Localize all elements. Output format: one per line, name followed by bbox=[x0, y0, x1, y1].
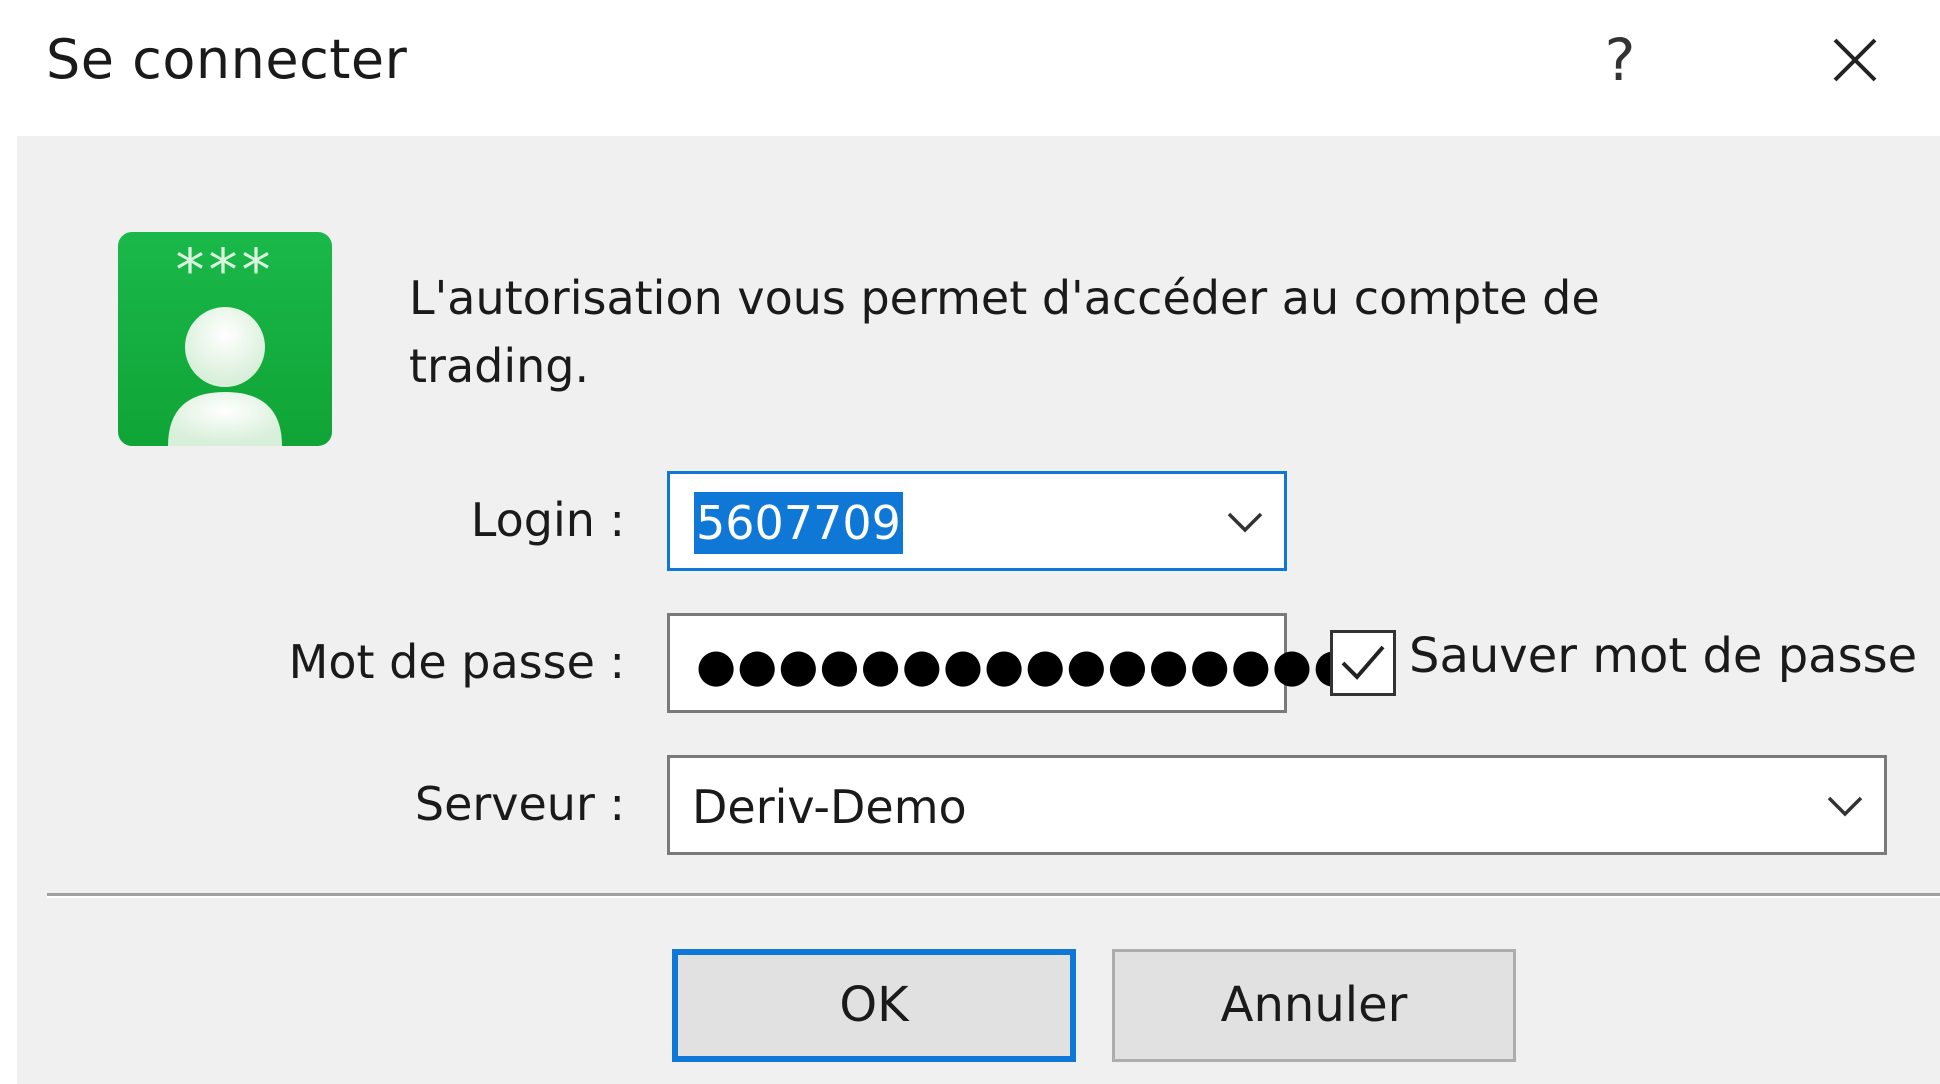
close-button[interactable] bbox=[1810, 20, 1900, 100]
password-masked-value: ●●●●●●●●●●●●●●●●● bbox=[696, 638, 1396, 692]
server-combo[interactable]: Deriv-Demo bbox=[667, 755, 1887, 855]
ok-button[interactable]: OK bbox=[672, 949, 1076, 1062]
separator bbox=[47, 893, 1940, 898]
login-combo[interactable]: 5607709 bbox=[667, 471, 1287, 571]
description-text: L'autorisation vous permet d'accéder au … bbox=[409, 271, 1600, 393]
checkmark-icon bbox=[1341, 645, 1385, 680]
user-key-icon: *** bbox=[118, 232, 332, 446]
save-password-checkbox[interactable] bbox=[1330, 630, 1396, 696]
dialog-title: Se connecter bbox=[46, 28, 408, 91]
login-label: Login : bbox=[470, 493, 625, 547]
password-field[interactable]: ●●●●●●●●●●●●●●●●● bbox=[667, 613, 1394, 713]
login-dialog: Se connecter ? *** L'autorisation vous p… bbox=[0, 0, 1940, 1084]
save-password-label[interactable]: Sauver mot de passe bbox=[1409, 628, 1917, 684]
avatar-asterisks: *** bbox=[176, 236, 275, 304]
password-label: Mot de passe : bbox=[288, 635, 625, 689]
login-input[interactable]: 5607709 bbox=[694, 492, 903, 554]
server-value: Deriv-Demo bbox=[692, 780, 967, 834]
help-button[interactable]: ? bbox=[1580, 20, 1660, 100]
chevron-down-icon[interactable] bbox=[1215, 492, 1275, 552]
chevron-down-icon[interactable] bbox=[1815, 776, 1875, 836]
title-bar: Se connecter ? bbox=[0, 0, 1940, 136]
cancel-button[interactable]: Annuler bbox=[1112, 949, 1516, 1062]
close-icon bbox=[1833, 38, 1877, 82]
server-label: Serveur : bbox=[414, 777, 625, 831]
dialog-body: *** L'autorisation vous permet d'accéder… bbox=[17, 136, 1940, 1084]
